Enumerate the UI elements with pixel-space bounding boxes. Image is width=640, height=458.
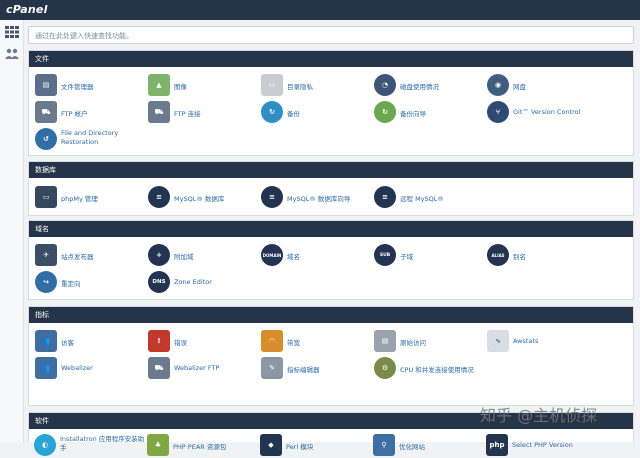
- item-images[interactable]: ▲ 图像: [148, 74, 260, 98]
- cpu-usage-icon: ⚙: [374, 357, 396, 379]
- item-directory-privacy[interactable]: ▭ 目录隐私: [261, 74, 373, 98]
- raw-access-icon: ▤: [374, 330, 396, 352]
- item-aliases[interactable]: ALIAS 别名: [487, 244, 599, 268]
- metrics-editor-icon: ✎: [261, 357, 283, 379]
- section-files: 文件 ▤ 文件管理器 ▲ 图像 ▭ 目录隐私 ◔ 磁盘使用情况 ◉ 网盘 ⛟ F…: [28, 50, 634, 156]
- item-metrics-editor[interactable]: ✎ 指标编辑器: [261, 357, 373, 381]
- item-backup-wizard[interactable]: ↻ 备份向导: [374, 101, 486, 125]
- side-nav: [0, 20, 24, 442]
- users-icon[interactable]: [5, 48, 19, 60]
- aliases-icon: ALIAS: [487, 244, 509, 266]
- awstats-icon: ∿: [487, 330, 509, 352]
- item-optimize-website[interactable]: ⚲ 优化网站: [373, 434, 485, 458]
- section-header-databases[interactable]: 数据库: [29, 162, 633, 178]
- select-php-icon: php: [486, 434, 508, 456]
- file-manager-icon: ▤: [35, 74, 57, 96]
- item-git[interactable]: ⑂ Git™ Version Control: [487, 101, 599, 125]
- item-webalizer-ftp[interactable]: ⛟ Webalizer FTP: [148, 357, 260, 381]
- item-ftp-connections[interactable]: ⛟ FTP 连接: [148, 101, 260, 125]
- installatron-icon: ◐: [34, 434, 56, 456]
- git-icon: ⑂: [487, 101, 509, 123]
- main-content: 通过在此处键入快速查找功能。 文件 ▤ 文件管理器 ▲ 图像 ▭ 目录隐私 ◔ …: [28, 24, 636, 456]
- item-raw-access[interactable]: ▤ 原始访问: [374, 330, 486, 354]
- item-mysql-databases[interactable]: ≡ MySQL® 数据库: [148, 186, 260, 210]
- item-file-restoration[interactable]: ↺ File and Directory Restoration: [35, 128, 147, 152]
- item-site-publisher[interactable]: ✈ 站点发布器: [35, 244, 147, 268]
- site-publisher-icon: ✈: [35, 244, 57, 266]
- ftp-connections-icon: ⛟: [148, 101, 170, 123]
- perl-modules-icon: ◆: [260, 434, 282, 456]
- backup-icon: ↻: [261, 101, 283, 123]
- grid-icon[interactable]: [5, 26, 19, 38]
- errors-icon: !: [148, 330, 170, 352]
- item-addon-domains[interactable]: + 附加域: [148, 244, 260, 268]
- item-installatron[interactable]: ◐ Installatron 应用程序安装助手: [34, 434, 146, 458]
- disk-usage-icon: ◔: [374, 74, 396, 96]
- file-restoration-icon: ↺: [35, 128, 57, 150]
- item-perl-modules[interactable]: ◆ Perl 模块: [260, 434, 372, 458]
- top-bar: cPanel: [0, 0, 640, 20]
- item-backup[interactable]: ↻ 备份: [261, 101, 373, 125]
- optimize-website-icon: ⚲: [373, 434, 395, 456]
- item-disk-usage[interactable]: ◔ 磁盘使用情况: [374, 74, 486, 98]
- section-databases: 数据库 ▭ phpMy 管理 ≡ MySQL® 数据库 ≡ MySQL® 数据库…: [28, 161, 634, 216]
- item-phpmyadmin[interactable]: ▭ phpMy 管理: [35, 186, 147, 210]
- item-php-pear[interactable]: ♣ PHP PEAR 资源包: [147, 434, 259, 458]
- domains-icon: DOMAIN: [261, 244, 283, 266]
- webalizer-icon: 👥: [35, 357, 57, 379]
- item-redirects[interactable]: ↪ 重定向: [35, 271, 147, 295]
- phpmyadmin-icon: ▭: [35, 186, 57, 208]
- watermark: 知乎 @主机侦探: [480, 406, 598, 425]
- webalizer-ftp-icon: ⛟: [148, 357, 170, 379]
- ftp-accounts-icon: ⛟: [35, 101, 57, 123]
- section-header-metrics[interactable]: 指标: [29, 307, 633, 323]
- mysql-wizard-icon: ≡: [261, 186, 283, 208]
- item-cpu-usage[interactable]: ⚙ CPU 和并发连接使用情况: [374, 357, 486, 381]
- subdomains-icon: SUB: [374, 244, 396, 266]
- item-remote-mysql[interactable]: ≡ 远程 MySQL®: [374, 186, 486, 210]
- item-awstats[interactable]: ∿ Awstats: [487, 330, 599, 354]
- mysql-databases-icon: ≡: [148, 186, 170, 208]
- web-disk-icon: ◉: [487, 74, 509, 96]
- backup-wizard-icon: ↻: [374, 101, 396, 123]
- directory-privacy-icon: ▭: [261, 74, 283, 96]
- item-bandwidth[interactable]: ◠ 带宽: [261, 330, 373, 354]
- bandwidth-icon: ◠: [261, 330, 283, 352]
- addon-domains-icon: +: [148, 244, 170, 266]
- section-metrics: 指标 👥 访客 ! 错误 ◠ 带宽 ▤ 原始访问 ∿ Awstats 👥 Web…: [28, 306, 634, 406]
- images-icon: ▲: [148, 74, 170, 96]
- cpanel-logo[interactable]: cPanel: [6, 3, 48, 16]
- item-file-manager[interactable]: ▤ 文件管理器: [35, 74, 147, 98]
- item-mysql-wizard[interactable]: ≡ MySQL® 数据库向导: [261, 186, 373, 210]
- item-visitors[interactable]: 👥 访客: [35, 330, 147, 354]
- item-domains[interactable]: DOMAIN 域名: [261, 244, 373, 268]
- zone-editor-icon: DNS: [148, 271, 170, 293]
- php-pear-icon: ♣: [147, 434, 169, 456]
- redirects-icon: ↪: [35, 271, 57, 293]
- item-subdomains[interactable]: SUB 子域: [374, 244, 486, 268]
- remote-mysql-icon: ≡: [374, 186, 396, 208]
- item-webalizer[interactable]: 👥 Webalizer: [35, 357, 147, 381]
- section-header-files[interactable]: 文件: [29, 51, 633, 67]
- section-header-domains[interactable]: 域名: [29, 221, 633, 237]
- search-input[interactable]: 通过在此处键入快速查找功能。: [28, 26, 634, 44]
- section-domains: 域名 ✈ 站点发布器 + 附加域 DOMAIN 域名 SUB 子域 ALIAS …: [28, 220, 634, 300]
- visitors-icon: 👥: [35, 330, 57, 352]
- item-errors[interactable]: ! 错误: [148, 330, 260, 354]
- item-zone-editor[interactable]: DNS Zone Editor: [148, 271, 260, 295]
- item-web-disk[interactable]: ◉ 网盘: [487, 74, 599, 98]
- item-select-php[interactable]: php Select PHP Version: [486, 434, 598, 458]
- item-ftp-accounts[interactable]: ⛟ FTP 帐户: [35, 101, 147, 125]
